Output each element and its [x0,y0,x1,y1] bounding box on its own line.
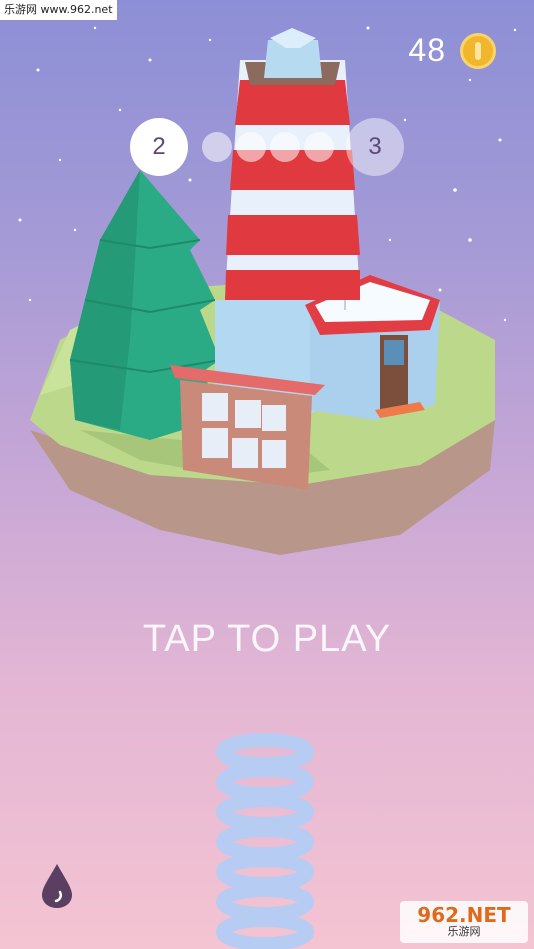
coin-counter: 48 [408,32,496,69]
tap-to-play-prompt[interactable]: TAP TO PLAY [0,618,534,661]
site-logo-watermark: 962.NET 乐游网 [400,901,528,943]
coin-count: 48 [408,32,446,68]
progress-step [270,132,300,162]
next-level-badge: 3 [346,118,404,176]
progress-step [202,132,232,162]
current-level-badge: 2 [130,118,188,176]
spring-player [216,733,314,949]
progress-step [236,132,266,162]
level-progress: 2 3 [130,118,404,176]
site-logo-sub: 乐游网 [447,925,481,938]
progress-step [304,132,334,162]
site-logo-text: 962.NET [417,903,511,927]
water-drop-icon[interactable] [38,862,76,910]
coin-icon [460,32,496,69]
bulletin-board [170,365,325,490]
